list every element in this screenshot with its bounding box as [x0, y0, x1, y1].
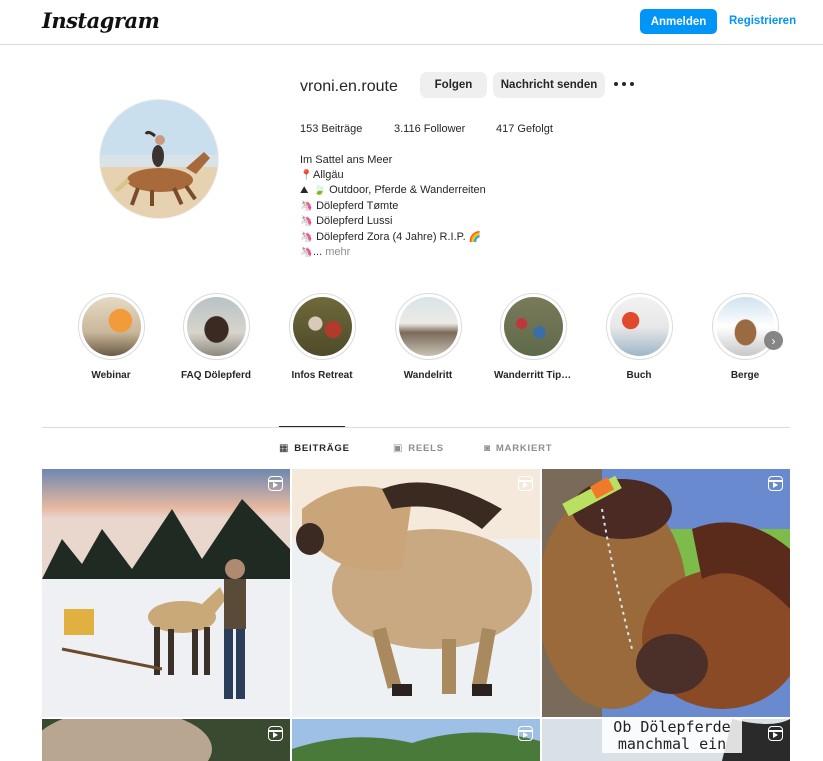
highlight-label: Webinar	[91, 370, 131, 381]
unicorn-icon: 🦄	[300, 247, 313, 258]
reel-icon	[768, 476, 783, 491]
bio-line: ⛰ 🍃 Outdoor, Pferde & Wanderreiten	[300, 183, 620, 199]
post-image	[542, 469, 790, 717]
bio-line: 🦄 Dölepferd Zora (4 Jahre) R.I.P. 🌈	[300, 230, 620, 246]
grid-icon: ▦	[279, 443, 290, 454]
highlight-cover	[81, 297, 141, 356]
post-image	[42, 469, 290, 717]
post-image	[42, 719, 290, 761]
bio-line: 🦄... mehr	[300, 245, 620, 261]
followers-count[interactable]: 3.116 Follower	[394, 123, 465, 135]
register-link[interactable]: Registrieren	[729, 15, 796, 27]
bio-text: Outdoor, Pferde & Wanderreiten	[329, 184, 486, 196]
tab-label: BEITRÄGE	[294, 443, 350, 454]
highlight-label: Buch	[626, 370, 652, 381]
highlight-retreat[interactable]: Infos Retreat	[283, 293, 361, 381]
profile-avatar[interactable]	[99, 99, 219, 219]
rainbow-icon: 🌈	[468, 231, 482, 243]
highlight-cover	[398, 297, 458, 356]
reel-icon	[518, 726, 533, 741]
bio-text: Dölepferd Zora (4 Jahre) R.I.P.	[316, 230, 466, 243]
post-tile[interactable]	[292, 719, 540, 761]
post-tile[interactable]: Ob Dölepferde manchmal ein	[542, 719, 790, 761]
tab-label: MARKIERT	[495, 443, 553, 454]
highlight-label: Berge	[730, 370, 760, 381]
unicorn-icon: 🦄	[300, 200, 313, 212]
reel-icon	[268, 476, 283, 491]
post-tile[interactable]	[42, 469, 290, 717]
highlight-label: Infos Retreat	[291, 370, 353, 381]
reel-icon	[768, 726, 783, 741]
post-image	[292, 469, 540, 717]
bio-location: Allgäu	[313, 168, 344, 181]
highlight-label: Wandelritt	[403, 370, 453, 381]
highlight-ring	[711, 293, 779, 360]
post-tile[interactable]	[292, 469, 540, 717]
reels-icon: ▣	[393, 443, 404, 454]
reel-icon	[268, 726, 283, 741]
unicorn-icon: 🦄	[300, 216, 313, 227]
highlight-ring	[288, 293, 356, 360]
highlight-cover	[503, 297, 563, 356]
posts-count: 153 Beiträge	[300, 123, 363, 135]
post-tile[interactable]	[42, 719, 290, 761]
login-button[interactable]: Anmelden	[640, 9, 717, 34]
pin-icon: 📍	[300, 169, 313, 181]
highlight-label: Wanderritt Tipps	[494, 370, 572, 381]
highlight-buch[interactable]: Buch	[600, 293, 678, 381]
tab-posts[interactable]: ▦ BEITRÄGE	[279, 443, 350, 454]
send-message-button[interactable]: Nachricht senden	[493, 72, 605, 98]
highlight-faq[interactable]: FAQ Dölepferd	[177, 293, 255, 381]
more-options-icon[interactable]	[614, 79, 634, 89]
highlight-wanderritt-tipps[interactable]: Wanderritt Tipps	[494, 293, 572, 381]
bio-text: ...	[313, 246, 323, 258]
highlight-ring	[182, 293, 250, 360]
highlight-cover	[715, 297, 775, 356]
profile-bio: Im Sattel ans Meer 📍Allgäu ⛰ 🍃 Outdoor, P…	[300, 153, 620, 261]
highlights-next-button[interactable]: ›	[764, 331, 783, 350]
instagram-logo[interactable]: Instagram	[42, 8, 160, 33]
post-caption-overlay: Ob Dölepferde manchmal ein	[602, 719, 742, 753]
highlight-ring	[499, 293, 567, 360]
highlight-webinar[interactable]: Webinar	[72, 293, 150, 381]
post-tile[interactable]	[542, 469, 790, 717]
tab-label: REELS	[408, 443, 444, 454]
following-count[interactable]: 417 Gefolgt	[496, 123, 553, 135]
bio-name: Im Sattel ans Meer	[300, 154, 393, 166]
bio-line: 🦄 Dölepferd Lussi	[300, 214, 620, 230]
tab-reels[interactable]: ▣ REELS	[393, 443, 444, 454]
tab-tagged[interactable]: ◙ MARKIERT	[484, 443, 552, 454]
active-tab-indicator	[279, 426, 345, 427]
bio-text: Dölepferd Tømte	[316, 199, 399, 212]
mountain-icon: ⛰	[300, 185, 309, 196]
highlight-wandelritt[interactable]: Wandelritt	[389, 293, 467, 381]
bio-more-link[interactable]: mehr	[325, 246, 350, 258]
highlight-cover	[292, 297, 352, 356]
tabs-divider	[42, 427, 790, 428]
avatar-photo	[100, 100, 218, 218]
leaf-icon: 🍃	[313, 185, 326, 196]
bio-text: Dölepferd Lussi	[316, 215, 393, 227]
profile-username: vroni.en.route	[300, 78, 398, 95]
highlight-cover	[609, 297, 669, 356]
reel-icon	[518, 476, 533, 491]
post-image	[292, 719, 540, 761]
highlight-ring	[77, 293, 145, 360]
bio-location-line: 📍Allgäu	[300, 168, 620, 184]
highlight-cover	[186, 297, 246, 356]
highlight-ring	[394, 293, 462, 360]
tagged-icon: ◙	[484, 443, 491, 454]
highlight-label: FAQ Dölepferd	[180, 370, 251, 381]
follow-button[interactable]: Folgen	[420, 72, 487, 98]
top-nav: Instagram Anmelden Registrieren	[0, 0, 823, 45]
highlight-ring	[605, 293, 673, 360]
bio-line: 🦄 Dölepferd Tømte	[300, 199, 620, 215]
unicorn-icon: 🦄	[300, 231, 313, 243]
